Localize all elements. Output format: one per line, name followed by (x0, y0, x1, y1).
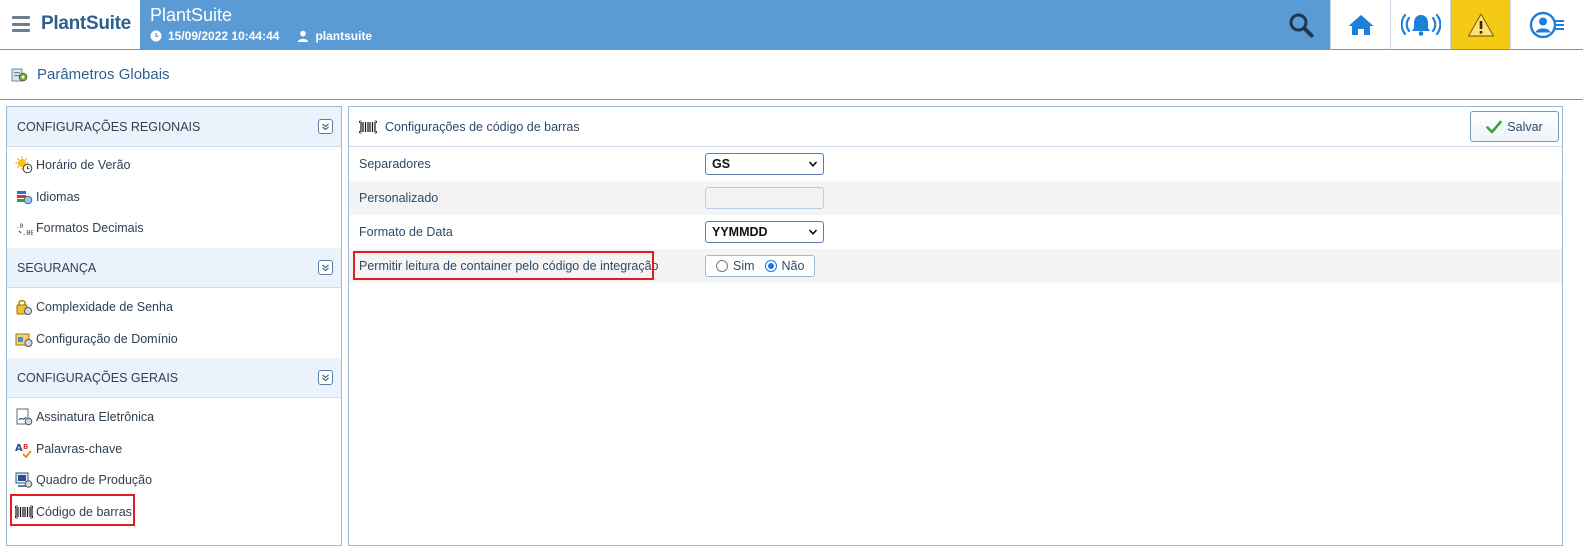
sidebar-item-idiomas[interactable]: Idiomas (15, 186, 80, 208)
collapse-icon[interactable] (318, 119, 333, 134)
barcode-icon (359, 120, 377, 134)
barcode-settings-panel: Configurações de código de barras Salvar… (348, 106, 1563, 546)
radio-nao[interactable] (764, 260, 777, 272)
user-icon (298, 30, 309, 42)
warning-button[interactable] (1450, 0, 1510, 50)
sidebar-item-label: Palavras-chave (36, 442, 123, 456)
sidebar-item-label: Quadro de Produção (36, 473, 153, 487)
radio-sim[interactable] (716, 260, 728, 272)
alarm-bell-icon (1400, 13, 1441, 36)
header-user: plantsuite (315, 29, 373, 43)
app-title: PlantSuite (150, 5, 233, 25)
sidebar-item-assinatura-eletronica[interactable]: Assinatura Eletrônica (15, 406, 154, 428)
formato-data-select[interactable]: YYMMDD (705, 221, 824, 243)
save-button[interactable]: Salvar (1470, 111, 1559, 142)
collapse-icon[interactable] (318, 260, 333, 275)
brand-logo[interactable]: PlantSuite (41, 13, 131, 35)
brand-area: PlantSuite (0, 0, 140, 50)
sidebar-item-complexidade-senha[interactable]: Complexidade de Senha (15, 296, 173, 318)
field-label: Separadores (359, 157, 431, 171)
hamburger-menu-icon[interactable] (12, 16, 30, 32)
svg-text:.00: .00 (22, 229, 33, 237)
page-header: Parâmetros Globais (0, 50, 1583, 100)
section-regional[interactable]: CONFIGURAÇÕES REGIONAIS (7, 107, 341, 147)
production-board-icon (15, 472, 33, 488)
radio-label-nao[interactable]: Não (782, 259, 805, 273)
top-bar: PlantSuite PlantSuite 15/09/2022 10:44:4… (0, 0, 1583, 50)
permitir-leitura-radio-group: Sim Não (705, 255, 815, 277)
select-value: YYMMDD (712, 225, 768, 239)
field-label: Personalizado (359, 191, 439, 205)
section-seguranca[interactable]: SEGURANÇA (7, 248, 341, 288)
sun-clock-icon (15, 156, 33, 174)
field-row-personalizado: Personalizado (349, 181, 1562, 215)
sidebar-item-horario-verao[interactable]: Horário de Verão (15, 154, 131, 176)
sidebar-item-label: Configuração de Domínio (36, 332, 178, 346)
home-button[interactable] (1330, 0, 1390, 50)
global-settings-icon (11, 68, 28, 82)
clock-icon (150, 30, 162, 42)
chevron-down-icon (808, 229, 818, 235)
section-title: SEGURANÇA (17, 261, 97, 275)
signature-icon (16, 408, 33, 426)
selected-item-highlight (10, 494, 135, 526)
settings-sidebar: CONFIGURAÇÕES REGIONAIS Horário de Verão… (6, 106, 342, 546)
field-row-separadores: Separadores GS (349, 147, 1562, 181)
search-icon[interactable] (1288, 12, 1314, 38)
panel-header: Configurações de código de barras Salvar (349, 107, 1562, 147)
section-configuracoes-gerais[interactable]: CONFIGURAÇÕES GERAIS (7, 358, 341, 398)
svg-text:B: B (23, 443, 28, 451)
domain-config-icon (15, 333, 33, 347)
language-icon (17, 191, 33, 205)
alarm-button[interactable] (1390, 0, 1450, 50)
home-icon (1348, 14, 1373, 35)
field-row-formato-data: Formato de Data YYMMDD (349, 215, 1562, 249)
header-meta: 15/09/2022 10:44:44 plantsuite (150, 29, 372, 43)
field-highlight (353, 251, 654, 280)
sidebar-item-label: Complexidade de Senha (36, 300, 173, 314)
separadores-select[interactable]: GS (705, 153, 824, 175)
radio-label-sim[interactable]: Sim (733, 259, 755, 273)
chevron-down-icon (808, 161, 818, 167)
sidebar-item-label: Assinatura Eletrônica (36, 410, 155, 424)
personalizado-input[interactable] (705, 187, 824, 209)
warning-icon (1467, 12, 1494, 37)
user-menu-icon (1529, 11, 1564, 38)
svg-text:A: A (15, 443, 23, 454)
field-label: Formato de Data (359, 225, 453, 239)
sidebar-item-quadro-producao[interactable]: Quadro de Produção (15, 469, 152, 491)
panel-title: Configurações de código de barras (385, 120, 580, 134)
header-bar: PlantSuite 15/09/2022 10:44:44 plantsuit… (140, 0, 1330, 50)
select-value: GS (712, 157, 731, 171)
decimal-format-icon: .0.00 (16, 223, 33, 237)
header-datetime: 15/09/2022 10:44:44 (168, 29, 280, 43)
section-title: CONFIGURAÇÕES REGIONAIS (17, 120, 201, 134)
password-lock-icon (16, 299, 32, 315)
save-label: Salvar (1507, 119, 1543, 134)
sidebar-item-label: Formatos Decimais (36, 221, 144, 235)
section-title: CONFIGURAÇÕES GERAIS (17, 371, 179, 385)
sidebar-item-configuracao-dominio[interactable]: Configuração de Domínio (15, 328, 178, 350)
collapse-icon[interactable] (318, 370, 333, 385)
user-menu-button[interactable] (1510, 0, 1583, 50)
sidebar-item-label: Horário de Verão (36, 158, 131, 172)
sidebar-item-palavras-chave[interactable]: AB Palavras-chave (15, 438, 122, 460)
keywords-icon: AB (15, 443, 32, 458)
sidebar-item-formatos-decimais[interactable]: .0.00 Formatos Decimais (15, 217, 144, 239)
check-icon (1486, 120, 1503, 133)
sidebar-item-label: Idiomas (36, 190, 80, 204)
page-title: Parâmetros Globais (37, 66, 170, 83)
